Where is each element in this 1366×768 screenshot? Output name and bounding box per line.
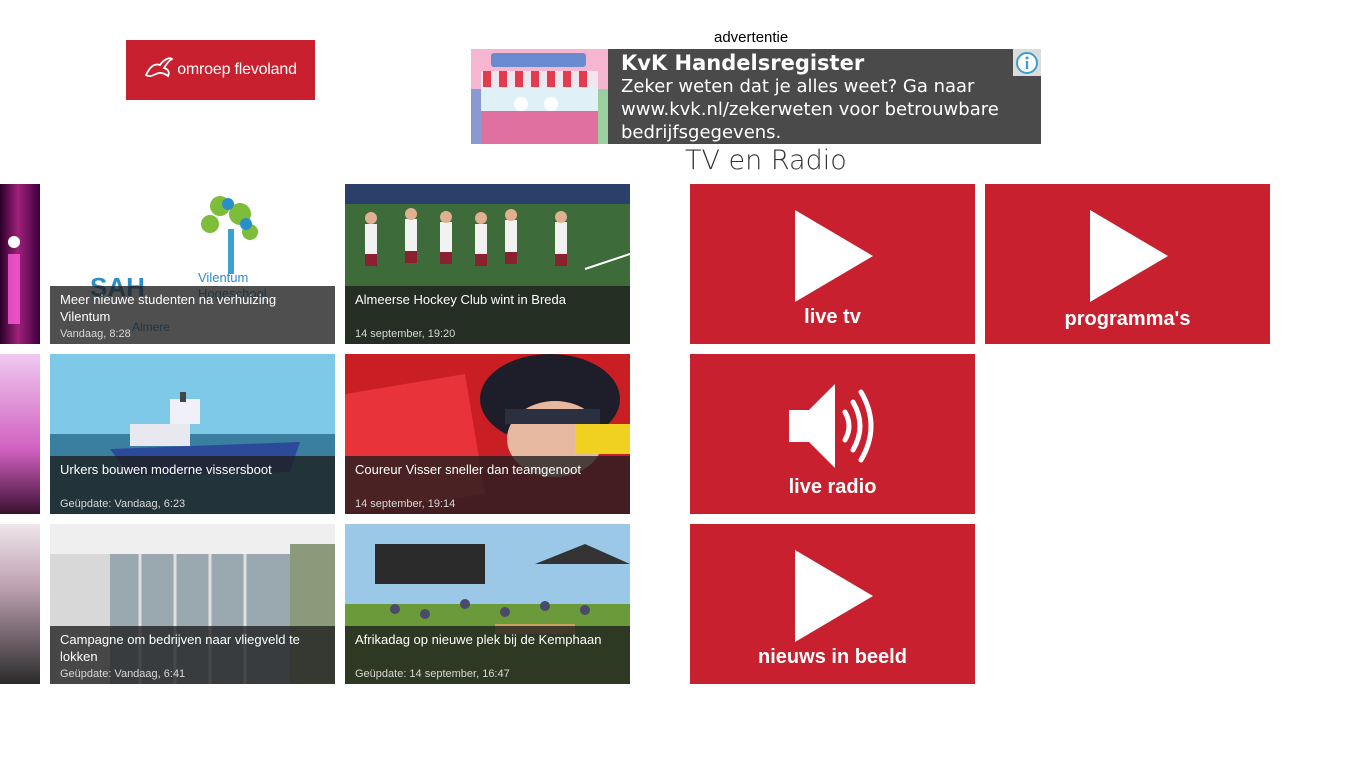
svg-text:Vilentum: Vilentum [198, 270, 248, 285]
nieuws-in-beeld-label: nieuws in beeld [758, 646, 907, 668]
news-title: Afrikadag op nieuwe plek bij de Kemphaan [355, 632, 602, 647]
live-radio-tile[interactable]: live radio [690, 354, 975, 514]
news-caption: Urkers bouwen moderne vissersboot Geüpda… [50, 456, 335, 514]
speaker-icon [788, 384, 873, 468]
ad-text: Zeker weten dat je alles weet? Ga naar w… [621, 76, 999, 143]
bird-logo-icon [144, 55, 174, 86]
ad-title: KvK Handelsregister [621, 51, 865, 75]
live-radio-label: live radio [788, 476, 877, 498]
news-title: Campagne om bedrijven naar vliegveld te … [60, 632, 300, 664]
ad-info-icon[interactable] [1013, 49, 1041, 76]
news-date: Vandaag, 8:28 [60, 328, 131, 340]
news-date: 14 september, 19:20 [355, 328, 456, 340]
programmas-label: programma's [1064, 308, 1191, 330]
news-date: Geüpdate: 14 september, 16:47 [355, 668, 510, 680]
logo-text: omroep flevoland [177, 61, 297, 78]
programmas-tile[interactable]: programma's [985, 184, 1270, 344]
play-icon [794, 210, 873, 302]
tv-radio-heading: TV en Radio [685, 145, 847, 176]
news-tile[interactable]: SAH Vilentum Hogeschool Almere Meer nieu… [50, 184, 335, 344]
news-date: Geüpdate: Vandaag, 6:41 [60, 668, 186, 680]
news-title: Almeerse Hockey Club wint in Breda [355, 292, 566, 307]
play-icon [794, 550, 873, 642]
live-tv-tile[interactable]: live tv [690, 184, 975, 344]
partial-news-tile[interactable] [0, 354, 40, 514]
advertisement-banner[interactable]: KvK Handelsregister Zeker weten dat je a… [471, 49, 1041, 144]
news-caption: Coureur Visser sneller dan teamgenoot 14… [345, 456, 630, 514]
news-tile[interactable]: Afrikadag op nieuwe plek bij de Kemphaan… [345, 524, 630, 684]
omroep-flevoland-logo[interactable]: omroep flevoland [126, 40, 315, 100]
news-caption: Afrikadag op nieuwe plek bij de Kemphaan… [345, 626, 630, 684]
news-date: 14 september, 19:14 [355, 498, 456, 510]
live-tv-label: live tv [804, 306, 861, 328]
news-title: Coureur Visser sneller dan teamgenoot [355, 462, 581, 477]
news-caption: Campagne om bedrijven naar vliegveld te … [50, 626, 335, 684]
partial-news-tile[interactable] [0, 184, 40, 344]
ad-image [471, 49, 608, 144]
news-caption: Almeerse Hockey Club wint in Breda 14 se… [345, 286, 630, 344]
news-date: Geüpdate: Vandaag, 6:23 [60, 498, 186, 510]
partial-news-tile[interactable] [0, 524, 40, 684]
news-title: Meer nieuwe studenten na verhuizing Vile… [60, 292, 277, 324]
news-title: Urkers bouwen moderne vissersboot [60, 462, 272, 477]
news-tile[interactable]: Almeerse Hockey Club wint in Breda 14 se… [345, 184, 630, 344]
news-caption: Meer nieuwe studenten na verhuizing Vile… [50, 286, 335, 344]
news-tile[interactable]: Coureur Visser sneller dan teamgenoot 14… [345, 354, 630, 514]
nieuws-in-beeld-tile[interactable]: nieuws in beeld [690, 524, 975, 684]
play-icon [1089, 210, 1168, 302]
news-tile[interactable]: Campagne om bedrijven naar vliegveld te … [50, 524, 335, 684]
news-tile[interactable]: Urkers bouwen moderne vissersboot Geüpda… [50, 354, 335, 514]
ad-label: advertentie [714, 29, 789, 46]
